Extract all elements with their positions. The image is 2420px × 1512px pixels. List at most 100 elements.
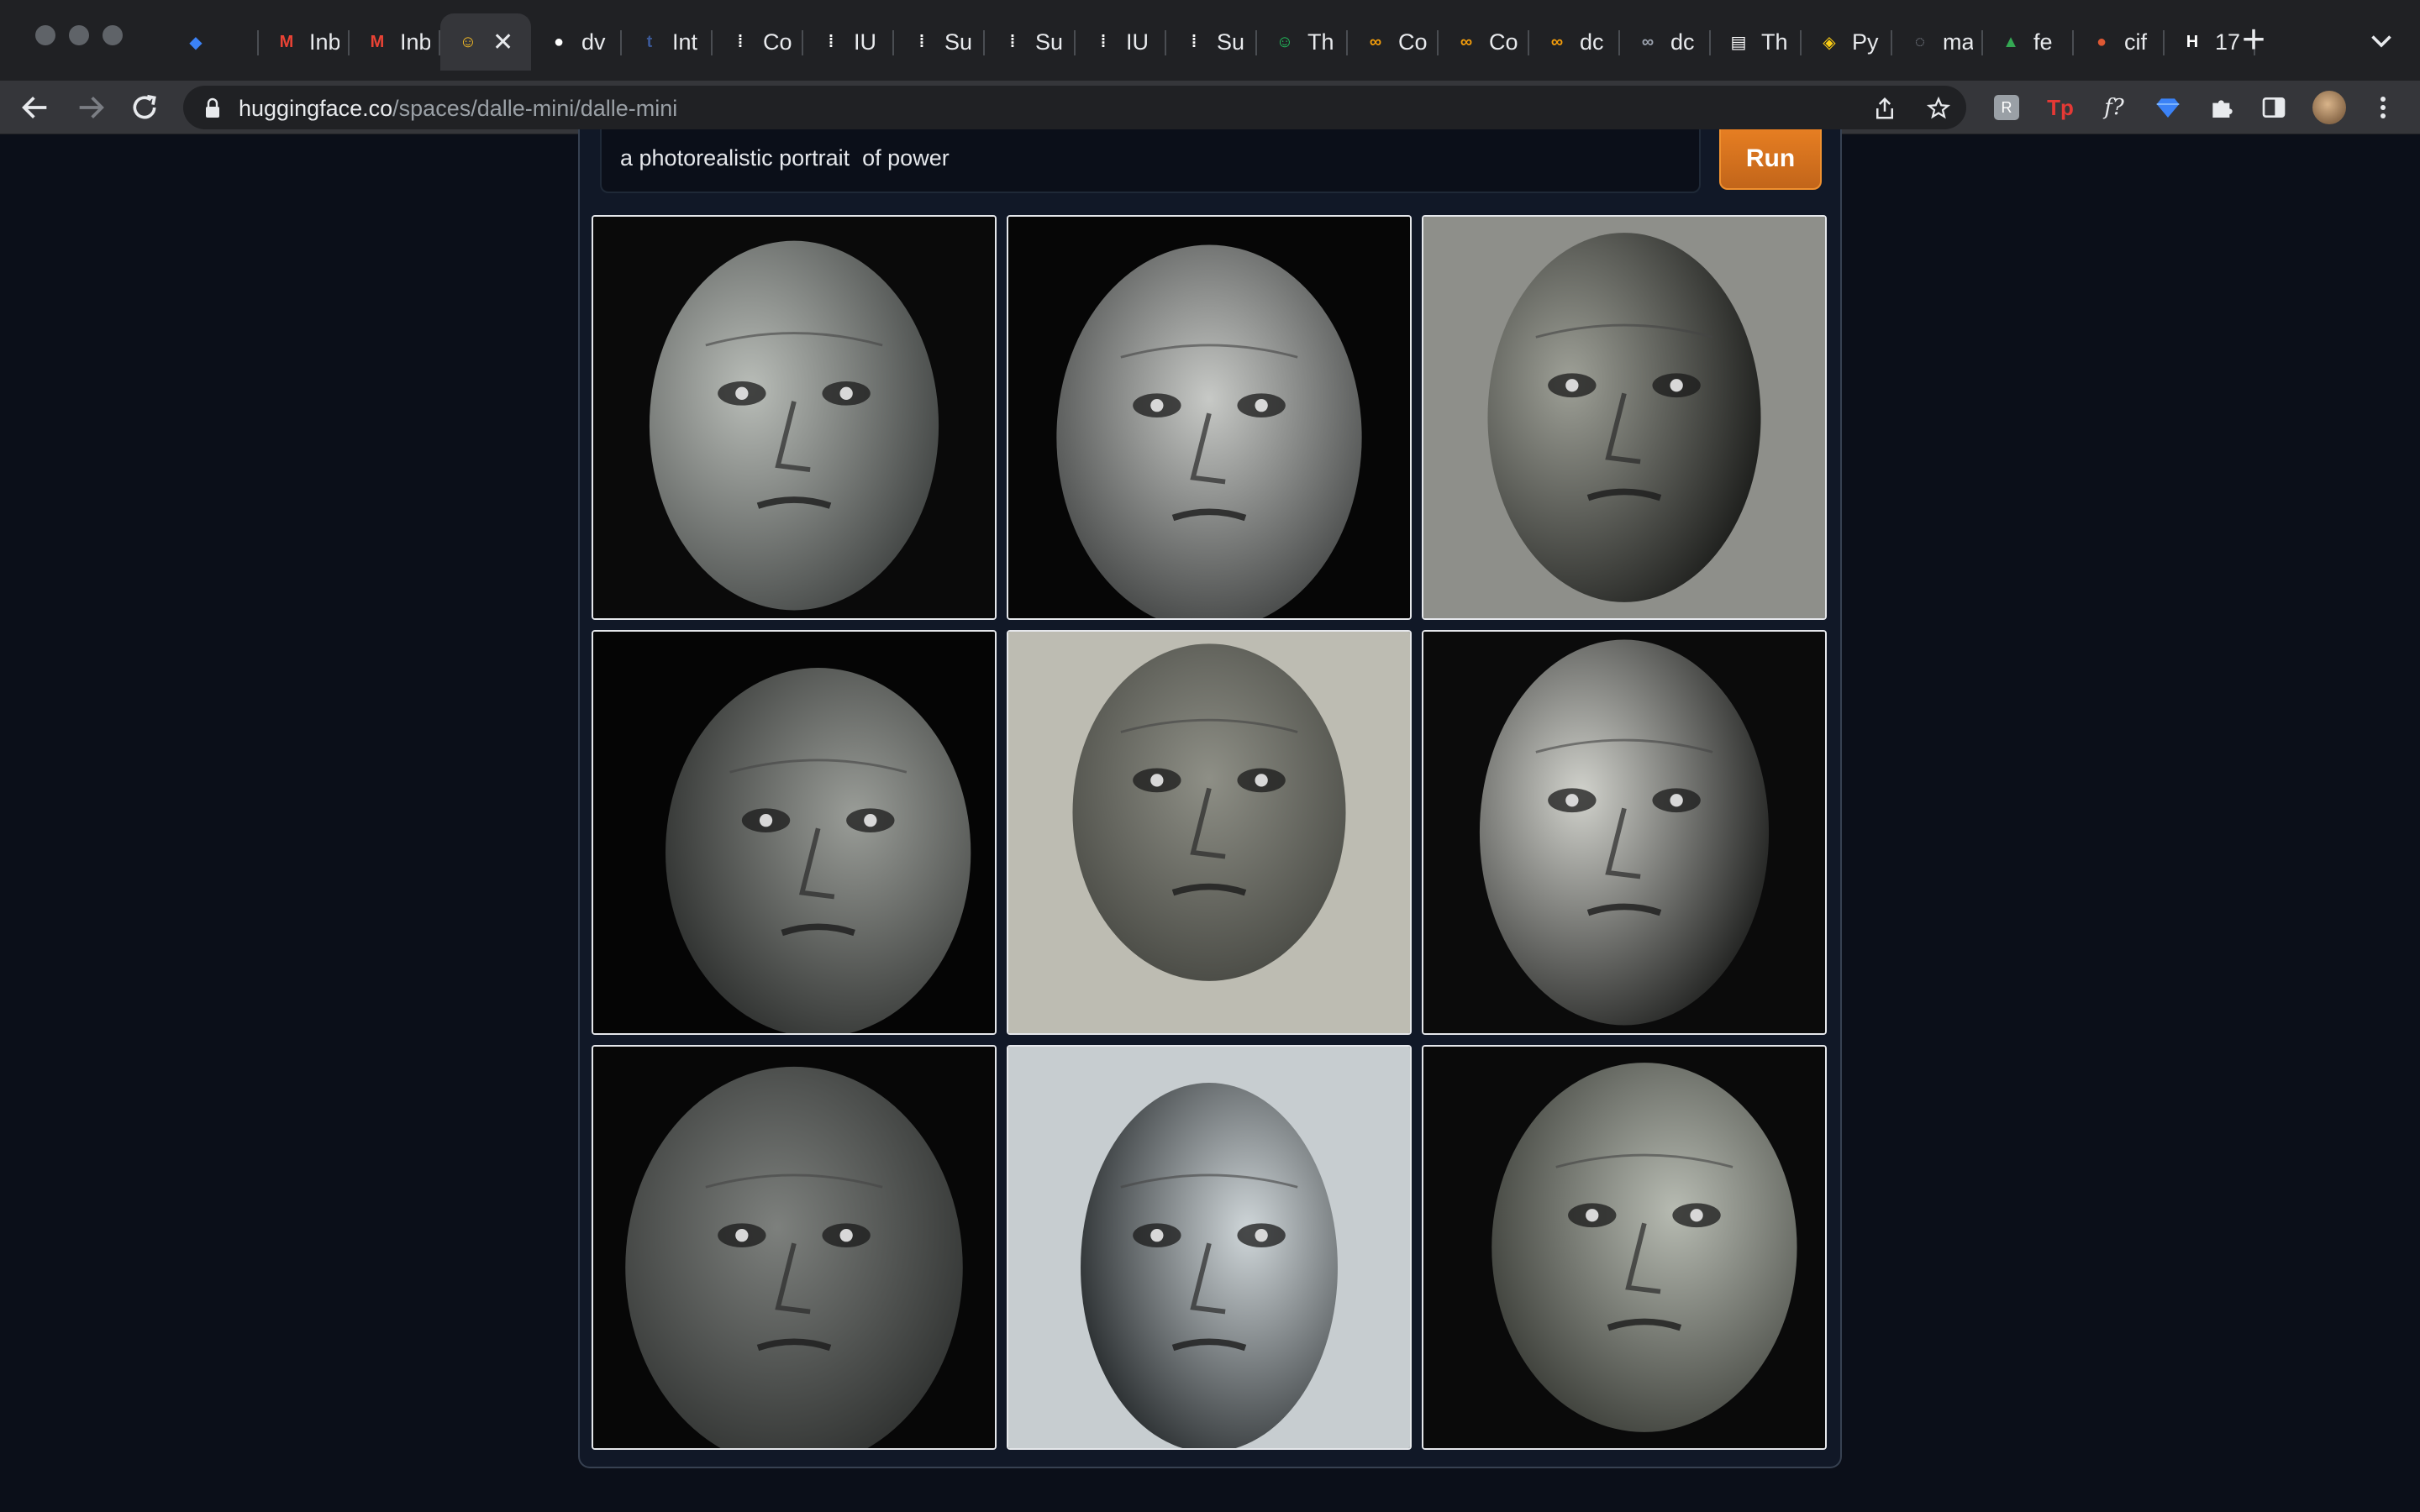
browser-tab[interactable]: ● dv — [531, 13, 622, 71]
gmail-icon: M — [279, 32, 294, 51]
tab-title: Th — [1307, 29, 1334, 55]
tab-title: Py — [1852, 29, 1879, 55]
close-tab-icon[interactable]: ✕ — [492, 28, 513, 57]
hp-icon: H — [2186, 32, 2199, 51]
browser-tab[interactable]: M Inbox — [259, 13, 350, 71]
tab-title: ma — [1943, 29, 1973, 55]
tab-title: Inbox — [309, 29, 339, 55]
github-icon: ● — [553, 32, 565, 51]
browser-tab[interactable]: ▤ Th — [1711, 13, 1802, 71]
address-bar[interactable]: huggingface.co/spaces/dalle-mini/dalle-m… — [183, 86, 1966, 129]
tab-title: Co — [1398, 29, 1428, 55]
url-path: /spaces/dalle-mini/dalle-mini — [392, 96, 678, 121]
browser-toolbar: huggingface.co/spaces/dalle-mini/dalle-m… — [0, 81, 2420, 134]
browser-tab[interactable]: M Inbox — [350, 13, 440, 71]
generated-image[interactable] — [1422, 630, 1827, 1035]
reload-icon[interactable] — [128, 91, 161, 124]
browser-tab[interactable]: ● cif — [2074, 13, 2165, 71]
browser-tab[interactable]: ◌ ma — [1892, 13, 1983, 71]
browser-tab[interactable]: ◈ Py — [1802, 13, 1892, 71]
diamond-icon: ◆ — [189, 33, 203, 52]
tab-list: ◆MInboxMInbox☺✕●dvtInt⁞Co⁞IU⁞Su⁞Su⁞IU⁞Su… — [168, 13, 2255, 71]
extension-r-icon[interactable]: R — [1993, 94, 2020, 121]
url-host: huggingface.co — [239, 96, 393, 121]
extension-tp-icon[interactable]: Tp — [2047, 94, 2074, 121]
menu-kebab-icon[interactable] — [2373, 92, 2393, 123]
extension-diamond-icon[interactable] — [2154, 94, 2181, 121]
tab-search-chevron-icon[interactable] — [2366, 25, 2396, 55]
infinity-icon: ∞ — [1460, 32, 1473, 51]
browser-tab[interactable]: ∞ dc — [1620, 13, 1711, 71]
infinity-icon: ∞ — [1641, 32, 1655, 51]
prompt-row: a photorealistic portrait of power Run — [600, 129, 1823, 200]
generated-image[interactable] — [1007, 215, 1412, 620]
browser-tab[interactable]: ☺ Th — [1257, 13, 1348, 71]
generated-image[interactable] — [592, 630, 997, 1035]
window-maximize-button[interactable] — [103, 25, 123, 45]
browser-tab[interactable]: ⁞ Su — [985, 13, 1076, 71]
extension-function-icon[interactable]: f? — [2101, 94, 2128, 121]
browser-tab-strip: ◆MInboxMInbox☺✕●dvtInt⁞Co⁞IU⁞Su⁞Su⁞IU⁞Su… — [0, 0, 2420, 81]
tab-title: Int — [672, 29, 698, 55]
gmail-icon: M — [370, 32, 385, 51]
prompt-input[interactable]: a photorealistic portrait of power — [600, 129, 1701, 193]
drive-icon: ▲ — [2002, 32, 2019, 51]
generated-image[interactable] — [1007, 630, 1412, 1035]
tab-title: cif — [2124, 29, 2147, 55]
new-tab-button[interactable]: + — [2235, 20, 2272, 64]
browser-tab[interactable]: ∞ Co — [1348, 13, 1439, 71]
generated-image[interactable] — [1422, 215, 1827, 620]
browser-tab[interactable]: ⁞ IU — [1076, 13, 1166, 71]
tab-title: IU — [854, 29, 876, 55]
dots-icon: ⁞ — [828, 32, 834, 51]
infinity-icon: ∞ — [1550, 32, 1564, 51]
bookmark-star-icon[interactable] — [1926, 96, 1951, 121]
tab-title: Co — [1489, 29, 1518, 55]
share-icon[interactable] — [1872, 96, 1897, 121]
tab-title: fe — [2033, 29, 2053, 55]
dots-icon: ⁞ — [1100, 32, 1107, 51]
browser-tab[interactable]: ⁞ Su — [1166, 13, 1257, 71]
tab-title: dv — [581, 29, 606, 55]
results-gallery — [592, 215, 1832, 1458]
tab-title: Su — [944, 29, 973, 55]
dots-icon: ⁞ — [1191, 32, 1197, 51]
browser-tab[interactable]: ▲ fe — [1983, 13, 2074, 71]
dots-icon: ⁞ — [918, 32, 925, 51]
url-text[interactable]: huggingface.co/spaces/dalle-mini/dalle-m… — [239, 96, 677, 122]
generated-image[interactable] — [1422, 1045, 1827, 1450]
dalle-mini-panel: a photorealistic portrait of power Run — [578, 129, 1842, 1468]
tab-title: Th — [1761, 29, 1788, 55]
browser-tab[interactable]: ∞ Co — [1439, 13, 1529, 71]
hugging-face-icon: ☺ — [459, 32, 477, 51]
lock-icon[interactable] — [203, 97, 222, 119]
side-panel-icon[interactable] — [2260, 94, 2287, 121]
tab-title: dc — [1580, 29, 1604, 55]
tds-icon: t — [646, 32, 653, 51]
browser-tab[interactable]: t Int — [622, 13, 713, 71]
dots-icon: ⁞ — [737, 32, 744, 51]
window-close-button[interactable] — [35, 25, 55, 45]
browser-tab[interactable]: ◆ — [168, 13, 259, 71]
browser-tab[interactable]: ⁞ Co — [713, 13, 803, 71]
tab-title: dc — [1670, 29, 1695, 55]
browser-tab[interactable]: ⁞ Su — [894, 13, 985, 71]
page-content: a photorealistic portrait of power Run — [0, 129, 2420, 1512]
back-arrow-icon[interactable] — [18, 91, 52, 124]
browser-tab[interactable]: ⁞ IU — [803, 13, 894, 71]
window-minimize-button[interactable] — [69, 25, 89, 45]
tab-title: IU — [1126, 29, 1149, 55]
tab-title: Co — [763, 29, 792, 55]
profile-avatar[interactable] — [2312, 91, 2346, 124]
duckduckgo-icon: ● — [2096, 32, 2107, 51]
extensions-puzzle-icon[interactable] — [2208, 94, 2235, 121]
browser-tab[interactable]: ☺ ✕ — [440, 13, 531, 71]
forward-arrow-icon[interactable] — [74, 91, 108, 124]
tab-title: Su — [1217, 29, 1245, 55]
generated-image[interactable] — [1007, 1045, 1412, 1450]
generated-image[interactable] — [592, 1045, 997, 1450]
generated-image[interactable] — [592, 215, 997, 620]
browser-tab[interactable]: ∞ dc — [1529, 13, 1620, 71]
run-button[interactable]: Run — [1719, 129, 1822, 190]
document-icon: ▤ — [1730, 33, 1747, 52]
